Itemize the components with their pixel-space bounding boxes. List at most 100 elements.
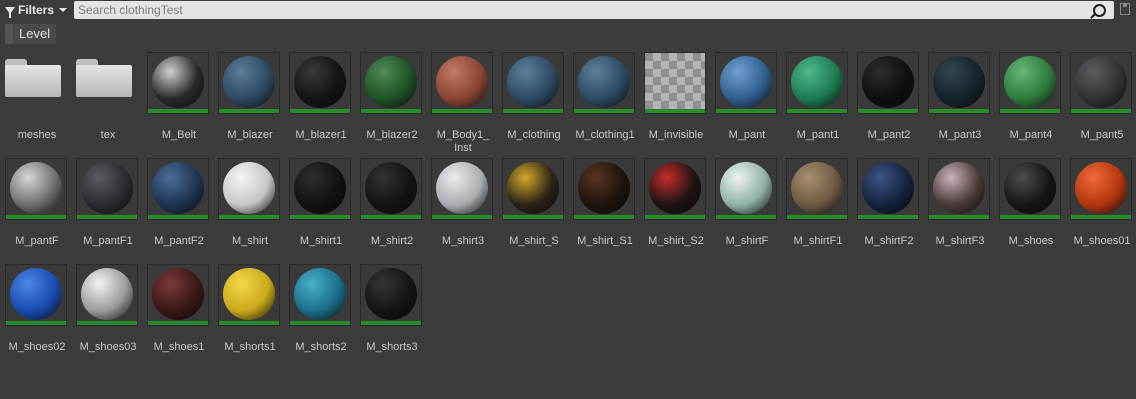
material-thumbnail	[574, 53, 634, 113]
material-thumbnail	[503, 53, 563, 113]
material-thumbnail	[219, 159, 279, 219]
material-thumbnail	[716, 159, 776, 219]
asset-label: M_shorts3	[366, 341, 418, 353]
chip-color-stripe	[5, 24, 13, 44]
asset-type-bar	[361, 321, 421, 325]
save-search-icon[interactable]	[1120, 3, 1130, 15]
material-thumbnail	[503, 159, 563, 219]
folder-icon	[5, 59, 61, 97]
asset-label: M_blazer2	[366, 129, 418, 141]
asset-label: M_pant2	[867, 129, 911, 141]
asset-type-bar	[1071, 109, 1131, 113]
material-thumbnail	[787, 53, 847, 113]
asset-type-bar	[645, 109, 705, 113]
asset-type-bar	[1000, 215, 1060, 219]
material-sphere	[81, 162, 133, 214]
asset-type-bar	[290, 321, 350, 325]
material-thumbnail	[716, 53, 776, 113]
search-icon[interactable]	[1093, 4, 1106, 17]
filters-label: Filters	[18, 3, 55, 17]
material-sphere	[10, 162, 62, 214]
asset-label: M_clothing1	[575, 129, 635, 141]
material-thumbnail	[361, 159, 421, 219]
material-thumbnail	[290, 53, 350, 113]
asset-type-bar	[6, 215, 66, 219]
folder-icon	[76, 59, 132, 97]
material-thumbnail	[1071, 159, 1131, 219]
asset-label: M_shirt2	[370, 235, 414, 247]
asset-label: M_shoes01	[1073, 235, 1131, 247]
material-sphere	[81, 268, 133, 320]
asset-type-bar	[716, 109, 776, 113]
search-box[interactable]	[74, 1, 1114, 19]
asset-label: M_shorts2	[295, 341, 347, 353]
asset-type-bar	[645, 215, 705, 219]
asset-type-bar	[361, 109, 421, 113]
material-thumbnail	[361, 265, 421, 325]
material-sphere	[578, 56, 630, 108]
asset-label: M_shirt_S1	[577, 235, 633, 247]
asset-label: M_shoes02	[8, 341, 66, 353]
chip-label: Level	[13, 24, 57, 44]
material-thumbnail	[361, 53, 421, 113]
asset-type-bar	[219, 215, 279, 219]
asset-label: M_pant4	[1009, 129, 1053, 141]
material-sphere	[10, 268, 62, 320]
filters-button[interactable]: Filters	[5, 1, 68, 19]
asset-label: M_shirtF	[725, 235, 769, 247]
material-sphere	[152, 268, 204, 320]
asset-type-bar	[787, 215, 847, 219]
asset-label: M_Body1_ Inst	[436, 129, 490, 154]
material-sphere	[578, 162, 630, 214]
asset-label: M_pant5	[1080, 129, 1124, 141]
material-sphere	[436, 162, 488, 214]
asset-type-bar	[77, 215, 137, 219]
material-sphere	[1075, 56, 1127, 108]
material-sphere	[862, 162, 914, 214]
material-sphere	[152, 56, 204, 108]
material-thumbnail	[6, 159, 66, 219]
asset-label: M_shirt_S2	[648, 235, 704, 247]
asset-label: M_pant1	[796, 129, 840, 141]
asset-type-bar	[219, 321, 279, 325]
asset-type-bar	[290, 215, 350, 219]
material-thumbnail	[929, 53, 989, 113]
material-thumbnail	[858, 53, 918, 113]
material-thumbnail	[645, 53, 705, 113]
material-thumbnail	[219, 53, 279, 113]
asset-label: M_pantF	[15, 235, 59, 247]
asset-type-bar	[858, 109, 918, 113]
asset-label: M_shirt	[231, 235, 269, 247]
material-thumbnail	[77, 265, 137, 325]
material-sphere	[1004, 162, 1056, 214]
search-input[interactable]	[78, 1, 1078, 19]
asset-type-bar	[503, 215, 563, 219]
asset-type-bar	[148, 109, 208, 113]
material-thumbnail	[574, 159, 634, 219]
asset-type-bar	[77, 321, 137, 325]
material-sphere	[365, 162, 417, 214]
material-thumbnail	[1000, 159, 1060, 219]
material-sphere	[1075, 162, 1127, 214]
material-thumbnail	[148, 265, 208, 325]
material-thumbnail	[645, 159, 705, 219]
material-sphere	[862, 56, 914, 108]
filter-chip-level[interactable]: Level	[5, 24, 57, 44]
material-thumbnail	[6, 265, 66, 325]
toolbar: Filters	[0, 0, 1136, 21]
material-thumbnail	[432, 159, 492, 219]
material-sphere	[507, 56, 559, 108]
asset-label: M_shoes1	[153, 341, 205, 353]
chevron-down-icon	[59, 8, 68, 12]
funnel-icon	[5, 7, 15, 18]
asset-type-bar	[148, 321, 208, 325]
material-sphere	[933, 56, 985, 108]
asset-label: M_blazer	[227, 129, 273, 141]
asset-label: M_shirtF1	[793, 235, 843, 247]
material-sphere	[365, 56, 417, 108]
asset-type-bar	[574, 109, 634, 113]
asset-type-bar	[219, 109, 279, 113]
checkerboard-preview	[645, 53, 705, 109]
asset-label: M_pantF2	[154, 235, 204, 247]
asset-label: M_clothing	[507, 129, 561, 141]
